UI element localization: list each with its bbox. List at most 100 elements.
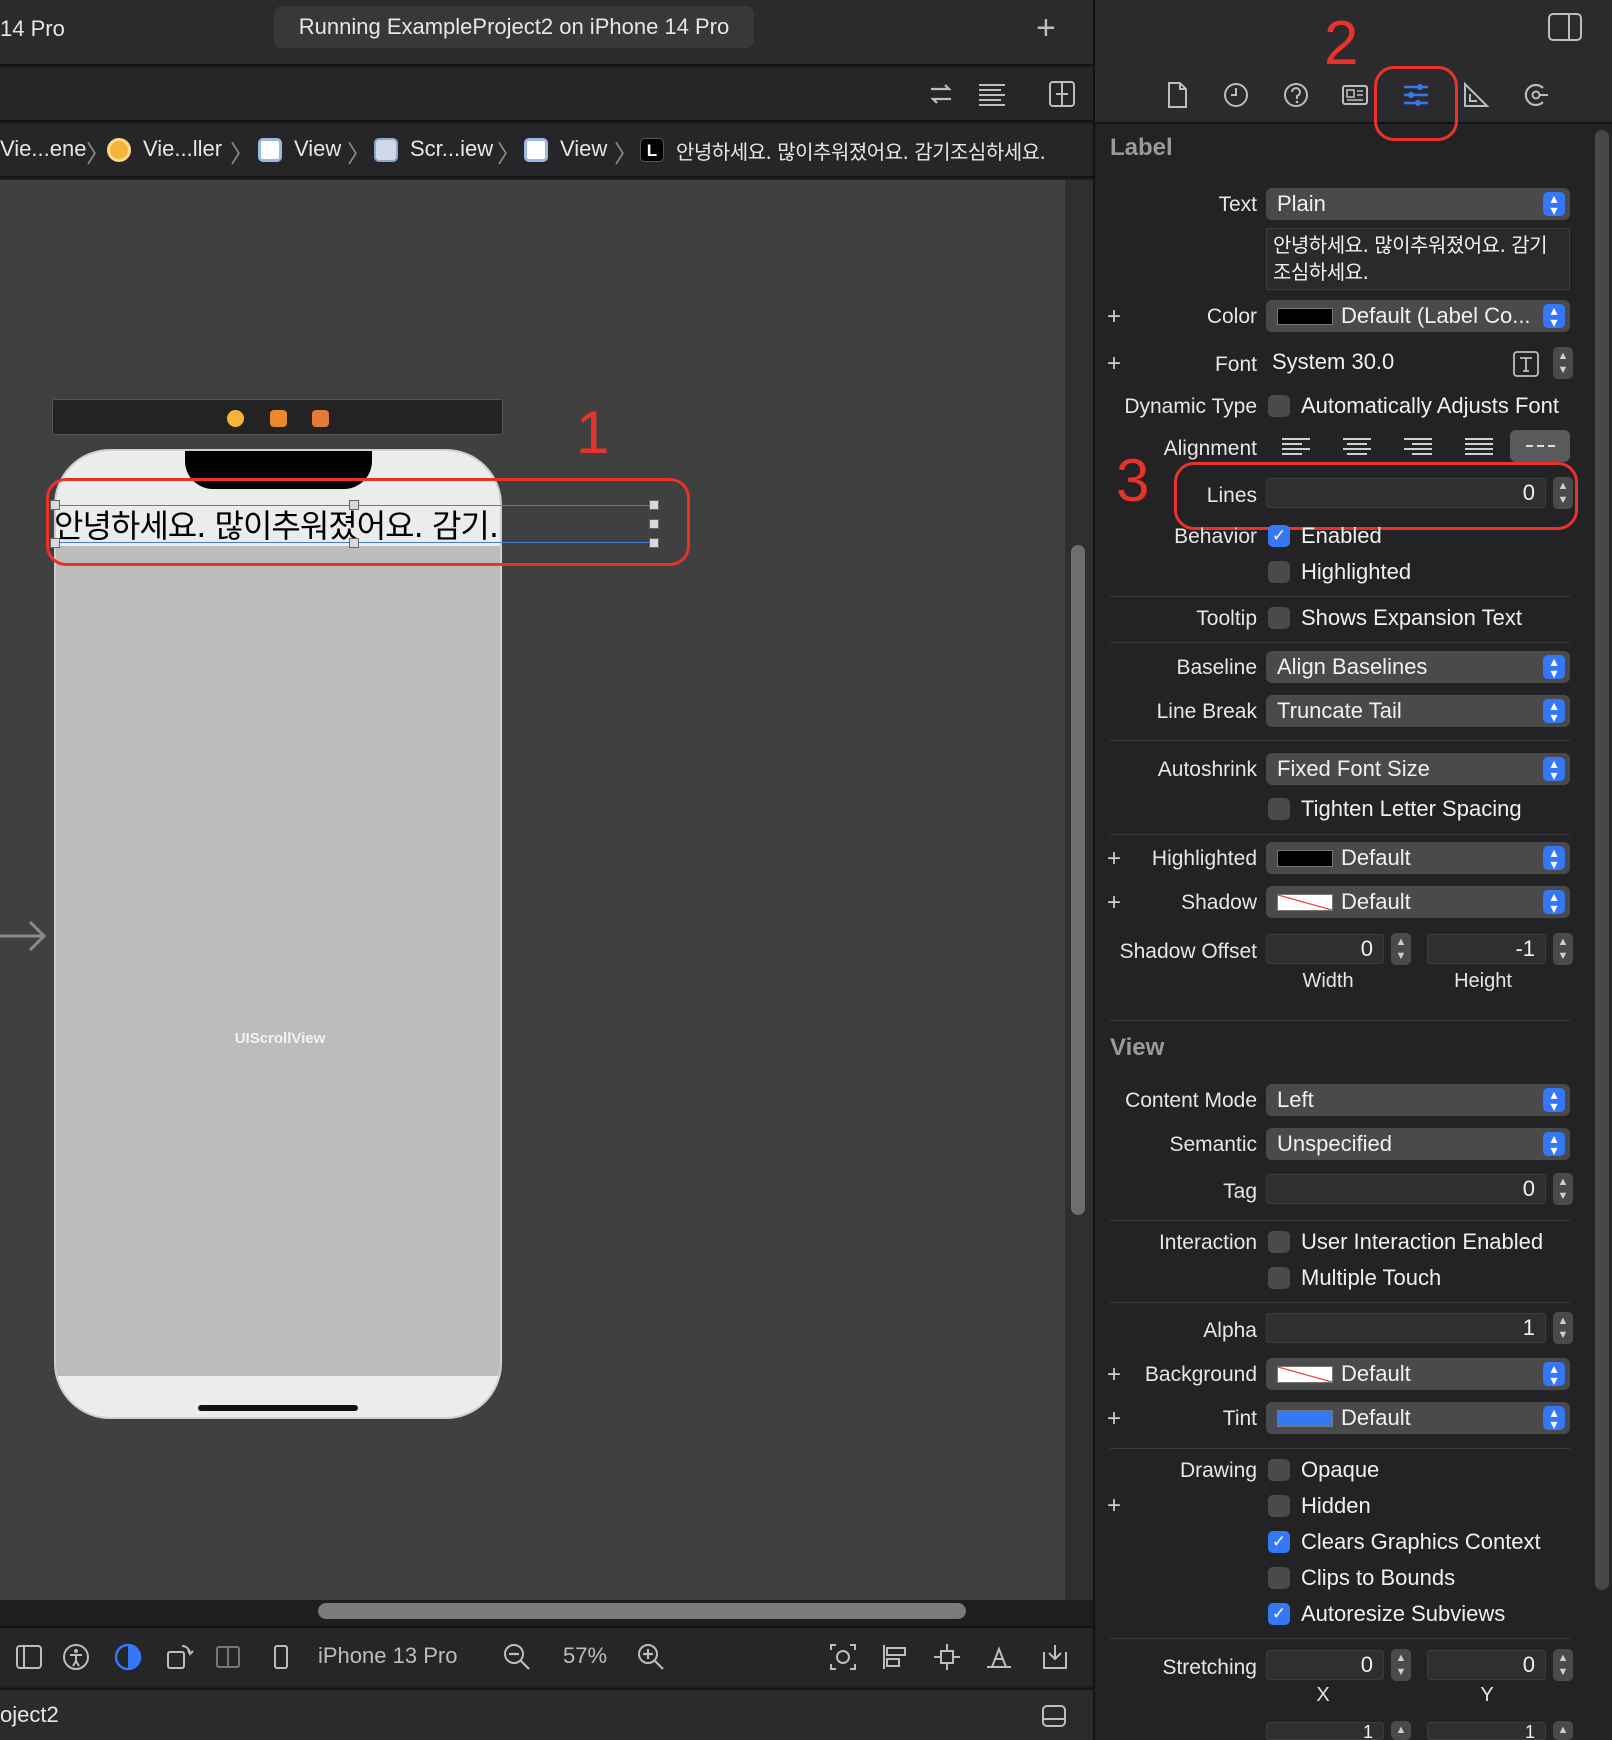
breadcrumb-item-view[interactable]: View — [560, 136, 607, 162]
breadcrumb-chevron-icon: 〉 — [230, 141, 254, 168]
stretching-height-stepper[interactable]: ▲ — [1553, 1721, 1573, 1740]
hidden-checkbox[interactable] — [1268, 1495, 1290, 1517]
update-frames-icon[interactable] — [828, 1642, 858, 1672]
autoshrink-popup[interactable]: Fixed Font Size ▴ ▾ — [1266, 753, 1570, 785]
text-value-field[interactable]: 안녕하세요. 많이추워졌어요. 감기조심하세요. — [1266, 228, 1570, 290]
user-interaction-checkbox[interactable] — [1268, 1231, 1290, 1253]
stretching-y-field[interactable]: 0 — [1427, 1650, 1546, 1680]
clears-context-checkbox[interactable]: ✓ — [1268, 1531, 1290, 1553]
shadow-offset-height-field[interactable]: -1 — [1427, 934, 1546, 964]
breadcrumb-item-controller[interactable]: Vie...ller — [143, 136, 222, 162]
zoom-out-icon[interactable] — [502, 1642, 532, 1672]
popup-chevron-icon: ▴ ▾ — [1543, 1405, 1565, 1431]
align-icon[interactable] — [880, 1642, 910, 1672]
stretching-x-stepper[interactable]: ▲ ▼ — [1391, 1649, 1411, 1681]
add-library-button[interactable]: + — [1036, 8, 1056, 48]
project-name: oject2 — [0, 1702, 59, 1727]
annotation-box-2 — [1374, 66, 1458, 141]
breadcrumb-item-label[interactable]: 안녕하세요. 많이추워졌어요. 감기조심하세요. — [676, 136, 1046, 165]
tint-popup[interactable]: Default ▴ ▾ — [1266, 1402, 1570, 1434]
multiple-touch-checkbox[interactable] — [1268, 1267, 1290, 1289]
alpha-field[interactable]: 1 — [1266, 1313, 1546, 1343]
text-type-popup[interactable]: Plain ▴ ▾ — [1266, 188, 1570, 220]
autoresize-checkbox[interactable]: ✓ — [1268, 1603, 1290, 1625]
align-natural-icon[interactable] — [1510, 430, 1570, 462]
expansion-text-checkbox[interactable] — [1268, 607, 1290, 629]
shadow-offset-width-field[interactable]: 0 — [1266, 934, 1384, 964]
view-controller-icon[interactable] — [227, 410, 244, 427]
canvas-horizontal-scroll-thumb[interactable] — [318, 1603, 966, 1619]
opaque-checkbox[interactable] — [1268, 1459, 1290, 1481]
canvas-vertical-scrollbar[interactable] — [1065, 180, 1093, 1600]
identity-inspector-icon[interactable] — [1340, 80, 1370, 110]
semantic-popup[interactable]: Unspecified ▴ ▾ — [1266, 1128, 1570, 1160]
breadcrumb-item-scrollview[interactable]: Scr...iew — [410, 136, 493, 162]
content-mode-popup[interactable]: Left ▴ ▾ — [1266, 1084, 1570, 1116]
align-left-icon[interactable] — [1266, 430, 1326, 462]
tag-stepper[interactable]: ▲ ▼ — [1553, 1173, 1573, 1205]
tag-field[interactable]: 0 — [1266, 1174, 1546, 1204]
adjusts-font-checkbox[interactable] — [1268, 395, 1290, 417]
adjust-editor-options-icon[interactable] — [976, 78, 1008, 110]
clips-bounds-checkbox[interactable] — [1268, 1567, 1290, 1589]
accessibility-icon[interactable] — [61, 1642, 91, 1672]
highlighted-color-popup[interactable]: Default ▴ ▾ — [1266, 842, 1570, 874]
alpha-stepper[interactable]: ▲ ▼ — [1553, 1312, 1573, 1344]
align-center-icon[interactable] — [1327, 430, 1387, 462]
align-right-icon[interactable] — [1388, 430, 1448, 462]
device-icon[interactable] — [266, 1642, 296, 1672]
embed-in-icon[interactable] — [1040, 1642, 1070, 1672]
document-outline-icon[interactable] — [14, 1642, 44, 1672]
align-justified-icon[interactable] — [1449, 430, 1509, 462]
stretching-width-field[interactable]: 1 — [1266, 1722, 1384, 1740]
stretching-x-field[interactable]: 0 — [1266, 1650, 1384, 1680]
device-layout-icon[interactable] — [213, 1642, 243, 1672]
vertical-scroll-thumb[interactable] — [1071, 545, 1085, 1215]
font-picker-icon[interactable] — [1512, 350, 1540, 378]
zoom-in-icon[interactable] — [636, 1642, 666, 1672]
breadcrumb-item-scene[interactable]: Vie...ene — [0, 136, 86, 162]
file-inspector-icon[interactable] — [1162, 80, 1192, 110]
stretching-height-field[interactable]: 1 — [1427, 1722, 1546, 1740]
baseline-popup[interactable]: Align Baselines ▴ ▾ — [1266, 651, 1570, 683]
inspector-toggle-icon[interactable] — [1547, 12, 1583, 42]
breadcrumb-chevron-icon: 〉 — [614, 141, 638, 168]
related-items-icon[interactable] — [925, 78, 957, 110]
exit-icon[interactable] — [312, 410, 329, 427]
quick-help-inspector-icon[interactable] — [1281, 80, 1311, 110]
connections-inspector-icon[interactable] — [1521, 80, 1551, 110]
orientation-icon[interactable] — [164, 1642, 194, 1672]
enabled-checkbox[interactable]: ✓ — [1268, 525, 1290, 547]
breadcrumb-item-view[interactable]: View — [294, 136, 341, 162]
color-popup[interactable]: Default (Label Co... ▴ ▾ — [1266, 300, 1570, 332]
line-break-popup[interactable]: Truncate Tail ▴ ▾ — [1266, 695, 1570, 727]
zoom-level[interactable]: 57% — [563, 1643, 607, 1669]
stretching-y-stepper[interactable]: ▲ ▼ — [1553, 1649, 1573, 1681]
shadow-width-stepper[interactable]: ▲ ▼ — [1391, 933, 1411, 965]
tighten-spacing-checkbox[interactable] — [1268, 798, 1290, 820]
adjusts-font-text: Automatically Adjusts Font — [1301, 393, 1560, 418]
add-variation-icon[interactable]: + — [1107, 1494, 1121, 1518]
tighten-spacing-text: Tighten Letter Spacing — [1301, 796, 1522, 821]
appearance-icon[interactable] — [113, 1642, 143, 1672]
initial-view-controller-arrow-icon[interactable] — [0, 918, 48, 954]
inspector-scrollbar[interactable] — [1595, 130, 1609, 1590]
scroll-view[interactable]: UIScrollView — [56, 546, 500, 1376]
resolve-auto-layout-icon[interactable] — [984, 1642, 1014, 1672]
highlighted-checkbox[interactable] — [1268, 561, 1290, 583]
font-size-stepper[interactable]: ▲ ▼ — [1553, 347, 1573, 379]
background-popup[interactable]: Default ▴ ▾ — [1266, 1358, 1570, 1390]
size-inspector-icon[interactable] — [1461, 80, 1491, 110]
shadow-popup[interactable]: Default ▴ ▾ — [1266, 886, 1570, 918]
debug-area-toggle-icon[interactable] — [1040, 1702, 1068, 1730]
device-selector[interactable]: iPhone 13 Pro — [318, 1643, 457, 1669]
stretching-width-stepper[interactable]: ▲ — [1391, 1721, 1411, 1740]
font-field[interactable]: System 30.0 — [1266, 348, 1540, 378]
scheme-device-label[interactable]: 14 Pro — [0, 16, 65, 42]
history-inspector-icon[interactable] — [1221, 80, 1251, 110]
add-editor-icon[interactable] — [1046, 78, 1078, 110]
add-constraints-icon[interactable] — [932, 1642, 962, 1672]
shadow-height-stepper[interactable]: ▲ ▼ — [1553, 933, 1573, 965]
first-responder-icon[interactable] — [270, 410, 287, 427]
hidden-text: Hidden — [1301, 1493, 1371, 1518]
